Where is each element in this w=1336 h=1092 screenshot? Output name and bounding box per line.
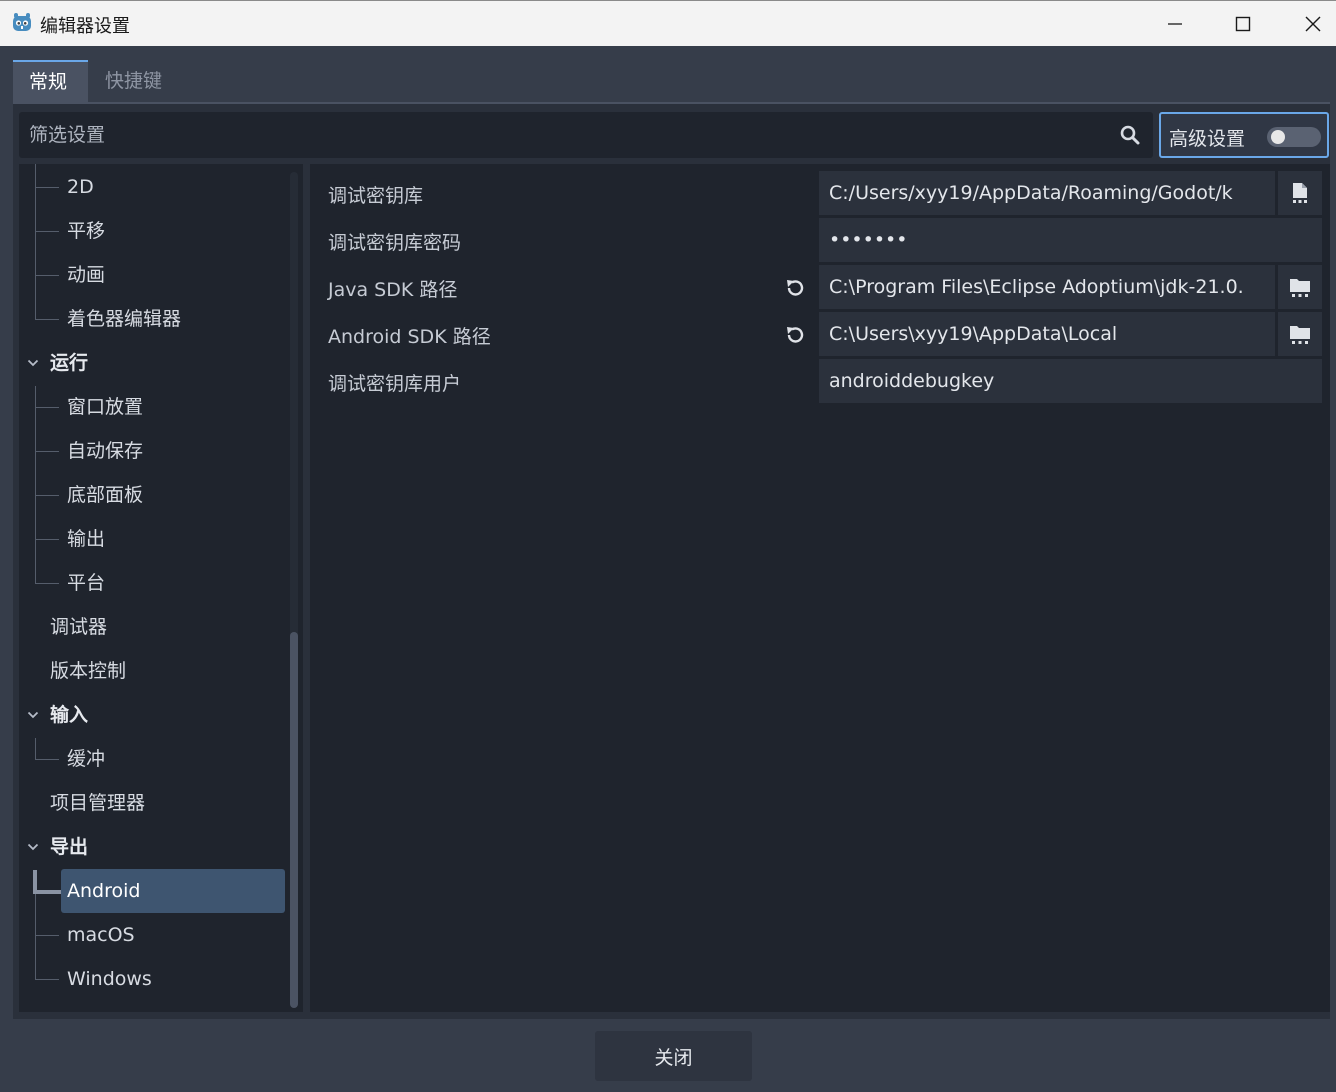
maximize-button[interactable] <box>1210 1 1276 47</box>
scrollbar-grabber[interactable] <box>290 632 298 1008</box>
tree-guide <box>35 759 59 760</box>
chevron-down-icon[interactable] <box>27 693 41 737</box>
tree-item-output[interactable]: 输出 <box>67 517 105 561</box>
tree-item-2d[interactable]: 2D <box>67 165 94 209</box>
tree-item-version-control[interactable]: 版本控制 <box>50 649 126 693</box>
tree-guide <box>35 451 59 452</box>
folder-browse-button[interactable] <box>1278 312 1322 356</box>
advanced-settings-label: 高级设置 <box>1169 128 1246 150</box>
revert-icon[interactable] <box>784 277 806 299</box>
tree-item-autosave[interactable]: 自动保存 <box>67 429 143 473</box>
tree-section-label: 输入 <box>50 704 89 726</box>
property-label: Android SDK 路径 <box>328 326 491 348</box>
tree-guide <box>35 319 59 320</box>
keystore-user-field[interactable]: androiddebugkey <box>819 359 1322 403</box>
tree-section-export[interactable]: 导出 <box>19 825 289 869</box>
tree-section-label: 导出 <box>50 836 89 858</box>
close-window-button[interactable] <box>1280 1 1336 47</box>
tree-guide <box>35 583 59 584</box>
title-bar: 编辑器设置 <box>0 0 1336 46</box>
tree-guide <box>35 979 59 980</box>
tree-item-macos[interactable]: macOS <box>67 913 135 957</box>
filter-input[interactable] <box>19 112 1109 158</box>
chevron-down-icon[interactable] <box>27 825 41 869</box>
property-label: Java SDK 路径 <box>328 279 458 301</box>
tree-guide <box>35 231 59 232</box>
minimize-button[interactable] <box>1142 1 1208 47</box>
tree-section-label: 运行 <box>50 352 89 374</box>
java-sdk-path-field[interactable]: C:\Program Files\Eclipse Adoptium\jdk-21… <box>819 265 1275 309</box>
maximize-icon <box>1235 16 1251 32</box>
close-icon <box>1305 16 1321 32</box>
property-label: 调试密钥库 <box>328 185 424 207</box>
tree-item-pan[interactable]: 平移 <box>67 209 105 253</box>
property-label: 调试密钥库密码 <box>328 232 462 254</box>
tree-guide <box>35 275 59 276</box>
tree-item-project-manager[interactable]: 项目管理器 <box>50 781 145 825</box>
tree-item-windows[interactable]: Windows <box>67 957 152 1001</box>
tab-shortcuts[interactable]: 快捷键 <box>89 60 178 102</box>
tree-guide <box>35 738 36 760</box>
file-browse-button[interactable] <box>1278 171 1322 215</box>
tree-item-animation[interactable]: 动画 <box>67 253 105 297</box>
tree-guide-active <box>33 890 61 894</box>
tab-underline <box>13 102 1330 104</box>
tree-guide <box>35 495 59 496</box>
tree-section-run[interactable]: 运行 <box>19 341 289 385</box>
folder-browse-button[interactable] <box>1278 265 1322 309</box>
file-icon <box>1293 183 1307 203</box>
tree-guide <box>35 187 59 188</box>
tree-guide <box>35 407 59 408</box>
minimize-icon <box>1168 23 1182 25</box>
window-title: 编辑器设置 <box>40 16 130 37</box>
close-button[interactable]: 关闭 <box>595 1031 752 1081</box>
tree-guide <box>35 539 59 540</box>
debug-keystore-field[interactable]: C:/Users/xyy19/AppData/Roaming/Godot/k <box>819 171 1275 215</box>
tree-item-shader-editor[interactable]: 着色器编辑器 <box>67 297 181 341</box>
keystore-password-field[interactable]: ••••••• <box>819 218 1322 262</box>
folder-icon <box>1290 326 1310 344</box>
filter-box <box>19 112 1153 158</box>
toggle-knob <box>1271 130 1285 144</box>
godot-logo-icon <box>13 13 31 31</box>
tab-bar <box>0 46 1336 104</box>
property-inspector: 调试密钥库 C:/Users/xyy19/AppData/Roaming/God… <box>310 164 1330 1012</box>
folder-icon <box>1290 279 1310 297</box>
tree-scrollbar[interactable] <box>290 172 298 1008</box>
tree-section-input[interactable]: 输入 <box>19 693 289 737</box>
tree-guide <box>35 386 36 584</box>
revert-icon[interactable] <box>784 324 806 346</box>
tree-item-debugger[interactable]: 调试器 <box>50 605 107 649</box>
tree-item-platform[interactable]: 平台 <box>67 561 105 605</box>
tree-item-android[interactable]: Android <box>61 869 285 913</box>
tree-guide <box>35 935 59 936</box>
settings-tree: 2D 平移 动画 着色器编辑器 运行 窗口放置 自动保存 底部面板 输出 平台 … <box>19 164 303 1012</box>
toggle-switch[interactable] <box>1267 127 1321 147</box>
android-sdk-path-field[interactable]: C:\Users\xyy19\AppData\Local <box>819 312 1275 356</box>
tab-general[interactable]: 常规 <box>13 60 88 102</box>
search-icon[interactable] <box>1119 124 1141 146</box>
tree-item-window-placement[interactable]: 窗口放置 <box>67 385 143 429</box>
tree-item-bottom-panel[interactable]: 底部面板 <box>67 473 143 517</box>
advanced-settings-toggle[interactable]: 高级设置 <box>1159 112 1329 158</box>
chevron-down-icon[interactable] <box>27 341 41 385</box>
tree-item-buffering[interactable]: 缓冲 <box>67 737 105 781</box>
property-label: 调试密钥库用户 <box>328 373 462 395</box>
